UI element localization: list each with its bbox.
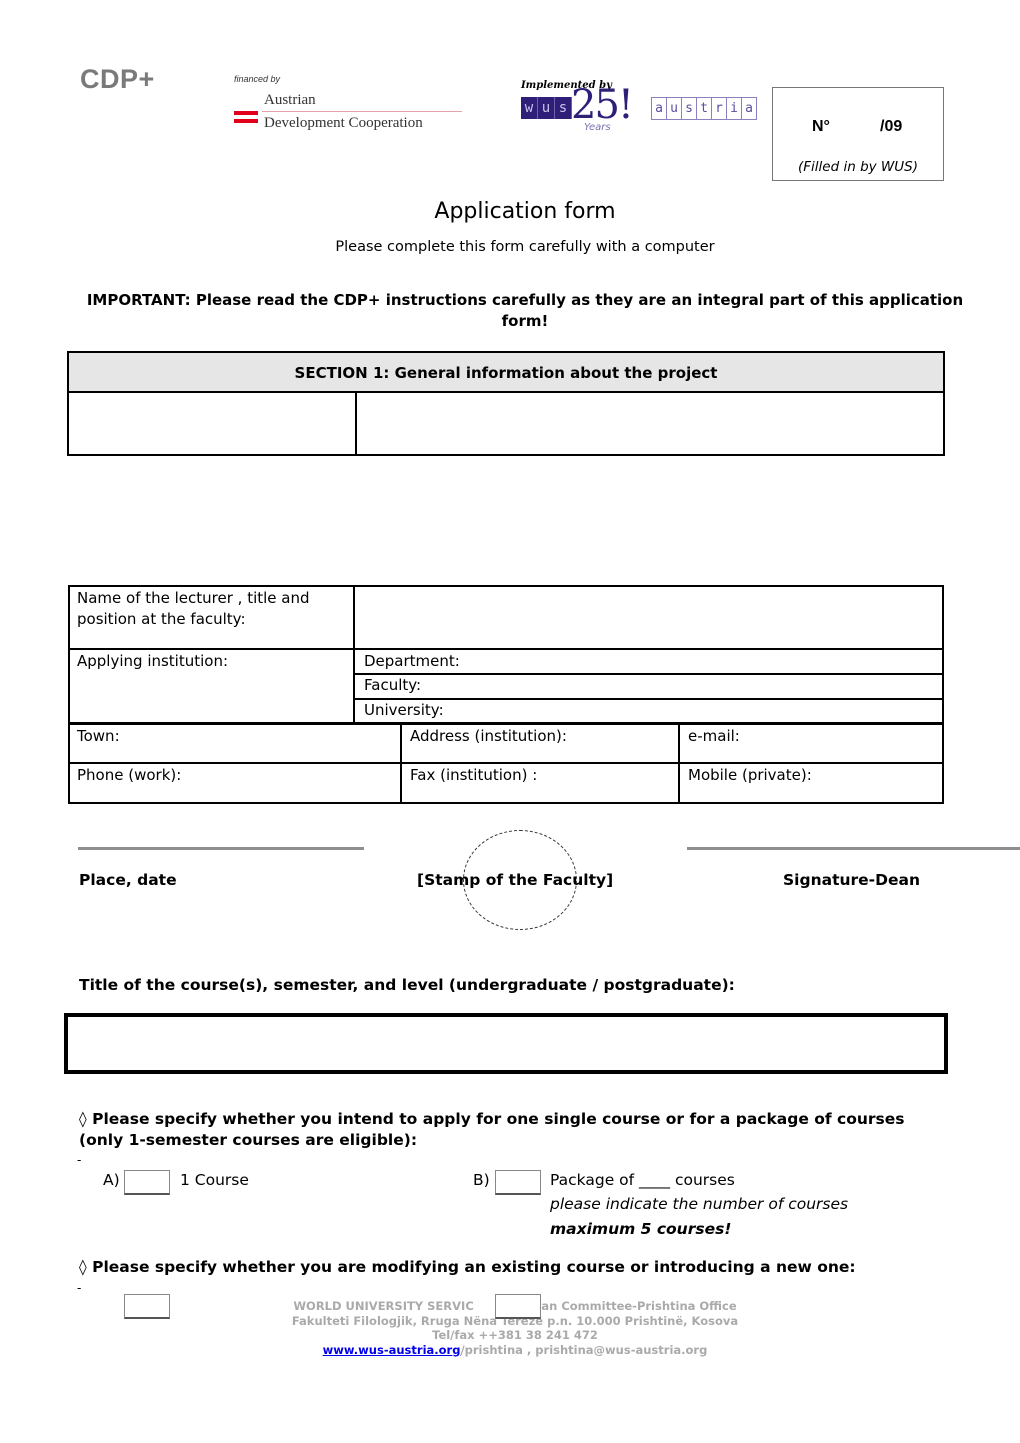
austria-letter: a: [651, 97, 667, 120]
mobile-field[interactable]: Mobile (private):: [688, 765, 938, 800]
wus-letter: s: [555, 97, 572, 119]
table-border: [68, 585, 70, 804]
faculty-field[interactable]: Faculty:: [364, 675, 940, 696]
table-border: [68, 802, 944, 804]
question1-text: Please specify whether you intend to app…: [79, 1110, 905, 1149]
modify-existing-checkbox[interactable]: [124, 1294, 170, 1319]
application-number-note: (Filled in by WUS): [798, 159, 918, 175]
funder-name-line1: Austrian: [264, 92, 316, 108]
lecturer-name-label: Name of the lecturer , title and positio…: [77, 589, 310, 628]
application-number-label: N°: [812, 118, 830, 135]
austria-letter: a: [741, 97, 757, 120]
option-b-checkbox[interactable]: [495, 1170, 541, 1195]
important-notice: IMPORTANT: Please read the CDP+ instruct…: [86, 291, 964, 330]
diamond-bullet-icon: ◊: [79, 1110, 87, 1128]
austria-letter: t: [696, 97, 712, 120]
signature-line[interactable]: [687, 847, 1020, 850]
anniversary-mark: 25!: [571, 82, 634, 128]
program-logo: CDP+: [80, 64, 155, 94]
austria-letter: u: [666, 97, 682, 120]
funder-name-line2: Development Cooperation: [264, 115, 423, 131]
option-b-label: Package of ____ courses: [550, 1171, 735, 1189]
footer-phone: Tel/fax ++381 38 241 472: [432, 1328, 598, 1342]
austria-flag-stripe-icon: [234, 111, 258, 115]
table-border: [678, 724, 680, 804]
wus-letter: w: [521, 97, 538, 119]
place-date-label: Place, date: [79, 871, 177, 889]
lecturer-name-field[interactable]: [356, 587, 942, 648]
section1-heading: SECTION 1: General information about the…: [69, 353, 943, 393]
address-field[interactable]: Address (institution):: [410, 726, 675, 761]
course-title-field[interactable]: [64, 1013, 948, 1074]
austria-letter: s: [681, 97, 697, 120]
place-date-line[interactable]: [78, 847, 364, 850]
option-a-prefix: A): [103, 1171, 120, 1189]
austria-letter: i: [726, 97, 742, 120]
section1-table: SECTION 1: General information about the…: [67, 351, 945, 456]
austria-logo-letters: a u s t r i a: [651, 97, 757, 120]
footer-contact: www.wus-austria.org/prishtina , prishtin…: [0, 1343, 1020, 1358]
funder-divider: [262, 111, 462, 112]
question2: ◊ Please specify whether you are modifyi…: [79, 1257, 979, 1278]
footer-line1-right: rian Committee-Prishtina Office: [531, 1299, 737, 1313]
question2-text: Please specify whether you are modifying…: [92, 1258, 856, 1276]
table-border: [400, 724, 402, 804]
footer-website-link[interactable]: www.wus-austria.org: [323, 1343, 461, 1357]
option-a-checkbox[interactable]: [124, 1170, 170, 1195]
phone-field[interactable]: Phone (work):: [77, 765, 397, 800]
new-course-checkbox[interactable]: [495, 1294, 541, 1319]
stamp-circle-icon: [463, 830, 577, 930]
page-subtitle: Please complete this form carefully with…: [335, 239, 715, 255]
course-title-label: Title of the course(s), semester, and le…: [79, 976, 735, 994]
footer-contact-rest: /prishtina , prishtina@wus-austria.org: [460, 1342, 708, 1357]
table-border: [353, 585, 355, 724]
option-b-prefix: B): [473, 1171, 490, 1189]
option-b-hint: please indicate the number of courses: [550, 1195, 849, 1213]
lecturer-info-table: Name of the lecturer , title and positio…: [68, 585, 944, 804]
page-title: Application form: [434, 199, 616, 224]
fax-field[interactable]: Fax (institution) :: [410, 765, 675, 800]
table-border: [68, 762, 944, 764]
application-number-value: /09: [880, 118, 903, 135]
table-border: [68, 722, 944, 725]
question2-dash: -: [77, 1281, 82, 1295]
town-field[interactable]: Town:: [77, 726, 397, 761]
austria-flag-stripe-icon: [234, 119, 258, 123]
footer-line1-left: WORLD UNIVERSITY SERVIC: [293, 1299, 474, 1313]
option-b-max: maximum 5 courses!: [550, 1220, 732, 1238]
email-field[interactable]: e-mail:: [688, 726, 938, 761]
signature-dean-label: Signature-Dean: [783, 871, 920, 889]
section1-left-field[interactable]: [69, 393, 355, 454]
option-a-label: 1 Course: [180, 1171, 249, 1189]
austria-letter: r: [711, 97, 727, 120]
financed-by-label: financed by: [234, 74, 281, 84]
table-border: [942, 585, 944, 804]
university-field[interactable]: University:: [364, 700, 940, 721]
question1-dash: -: [77, 1153, 82, 1167]
applying-institution-label: Applying institution:: [77, 652, 229, 670]
table-border: [68, 648, 944, 650]
question1: ◊ Please specify whether you intend to a…: [79, 1109, 939, 1151]
wus-letter: u: [538, 97, 555, 119]
department-field[interactable]: Department:: [364, 651, 940, 672]
wus-logo-letters: w u s: [521, 97, 572, 119]
diamond-bullet-icon: ◊: [79, 1258, 87, 1276]
section1-right-field[interactable]: [357, 393, 943, 454]
years-label: Years: [584, 122, 611, 133]
